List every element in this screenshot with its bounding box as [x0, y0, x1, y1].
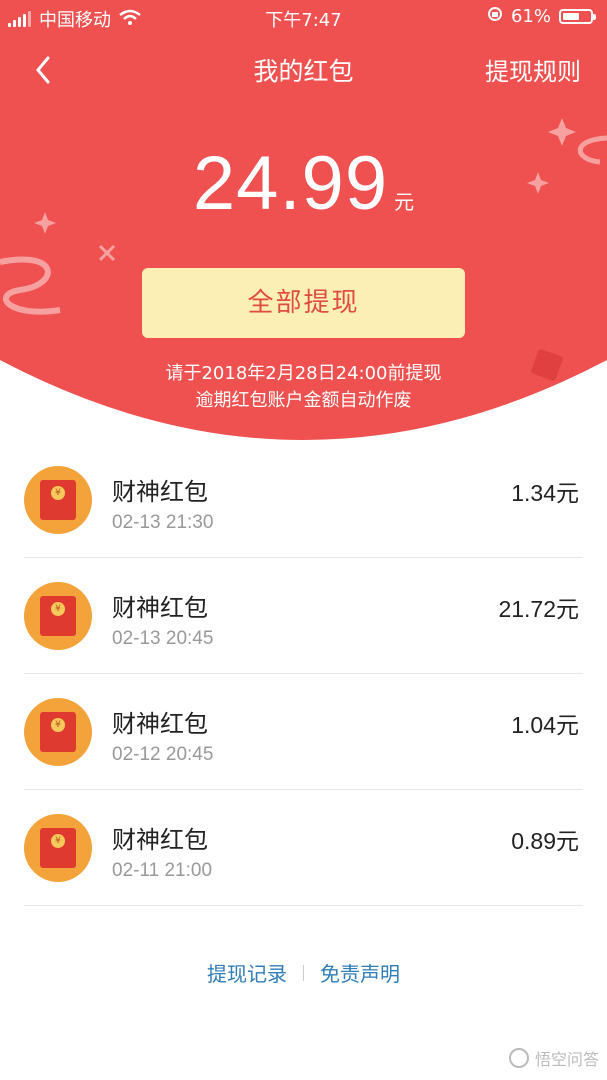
balance-display: 24.99 元: [0, 140, 607, 227]
watermark: 悟空问答: [508, 1046, 599, 1070]
battery-percent: 61%: [510, 6, 551, 27]
footer-links: 提现记录 免责声明: [0, 958, 607, 987]
item-title: 财神红包: [112, 710, 208, 738]
list-item[interactable]: ¥ 财神红包 02-12 20:45 1.04元: [0, 674, 607, 790]
list-item[interactable]: ¥ 财神红包 02-13 21:30 1.34元: [0, 442, 607, 558]
watermark-text: 悟空问答: [534, 1050, 599, 1069]
item-amount: 1.34: [511, 480, 556, 506]
item-time: 02-13 20:45: [112, 628, 214, 649]
item-unit: 元: [556, 481, 579, 507]
withdraw-all-button[interactable]: 全部提现: [142, 268, 465, 338]
item-title: 财神红包: [112, 478, 208, 506]
item-amount: 21.72: [498, 596, 556, 622]
rotation-lock-icon: [487, 6, 503, 27]
red-envelope-icon: ¥: [24, 466, 92, 534]
withdraw-notice: 请于2018年2月28日24:00前提现 逾期红包账户金额自动作废: [0, 360, 607, 414]
item-amount-wrap: 0.89元: [511, 822, 579, 856]
withdraw-records-link[interactable]: 提现记录: [207, 958, 287, 987]
notice-line-1: 请于2018年2月28日24:00前提现: [165, 363, 442, 384]
red-envelope-icon: ¥: [24, 582, 92, 650]
item-amount-wrap: 21.72元: [498, 590, 579, 624]
disclaimer-link[interactable]: 免责声明: [320, 958, 400, 987]
item-time: 02-12 20:45: [112, 744, 214, 765]
wukong-logo-icon: [508, 1048, 529, 1068]
balance-unit: 元: [394, 190, 415, 214]
red-envelope-icon: ¥: [24, 698, 92, 766]
battery-icon: [559, 9, 596, 24]
item-amount: 0.89: [511, 828, 556, 854]
item-amount: 1.04: [511, 712, 556, 738]
item-time: 02-11 21:00: [112, 860, 213, 881]
status-bar: 中国移动 下午7:47 61%: [0, 0, 607, 34]
red-packet-list: ¥ 财神红包 02-13 21:30 1.34元 ¥ 财神红包 02-13 20…: [0, 442, 607, 906]
list-item[interactable]: ¥ 财神红包 02-13 20:45 21.72元: [0, 558, 607, 674]
item-unit: 元: [556, 597, 579, 623]
withdraw-rules-link[interactable]: 提现规则: [485, 52, 581, 87]
nav-bar: 我的红包 提现规则: [0, 44, 607, 94]
balance-amount: 24.99: [192, 141, 389, 226]
item-amount-wrap: 1.34元: [511, 474, 579, 508]
item-title: 财神红包: [112, 594, 208, 622]
item-amount-wrap: 1.04元: [511, 706, 579, 740]
red-envelope-icon: ¥: [24, 814, 92, 882]
item-time: 02-13 21:30: [112, 512, 214, 533]
link-divider: [303, 964, 304, 981]
notice-line-2: 逾期红包账户金额自动作废: [195, 390, 412, 411]
list-item[interactable]: ¥ 财神红包 02-11 21:00 0.89元: [0, 790, 607, 906]
item-title: 财神红包: [112, 826, 208, 854]
item-unit: 元: [556, 829, 579, 855]
divider: [24, 905, 583, 906]
item-unit: 元: [556, 713, 579, 739]
